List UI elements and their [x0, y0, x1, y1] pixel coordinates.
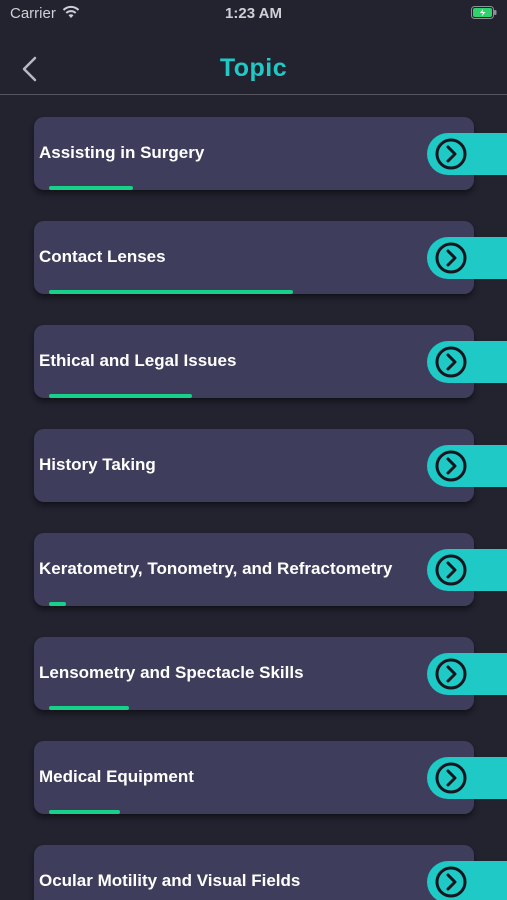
topic-card[interactable]: History Taking [34, 429, 474, 502]
topic-progress-bar [49, 706, 129, 710]
topic-card[interactable]: Medical Equipment [34, 741, 474, 814]
chevron-right-circle-icon [435, 658, 467, 690]
topic-progress-bar [49, 810, 120, 814]
topic-progress-bar [49, 290, 293, 294]
topic-label: Lensometry and Spectacle Skills [39, 663, 304, 682]
battery-icon [471, 6, 497, 19]
topic-label: Contact Lenses [39, 247, 166, 266]
chevron-right-circle-icon [435, 242, 467, 274]
chevron-right-circle-icon [435, 554, 467, 586]
topic-card[interactable]: Ethical and Legal Issues [34, 325, 474, 398]
topic-card[interactable]: Assisting in Surgery [34, 117, 474, 190]
topic-card[interactable]: Contact Lenses [34, 221, 474, 294]
status-bar: Carrier 1:23 AM [0, 0, 507, 28]
chevron-right-circle-icon [435, 138, 467, 170]
topic-label: Assisting in Surgery [39, 143, 205, 162]
topic-card[interactable]: Keratometry, Tonometry, and Refractometr… [34, 533, 474, 606]
chevron-right-circle-icon [435, 346, 467, 378]
topic-progress-bar [49, 394, 192, 398]
open-topic-button[interactable] [427, 445, 507, 487]
topic-label: Ocular Motility and Visual Fields [39, 871, 301, 890]
status-time: 1:23 AM [225, 5, 282, 22]
open-topic-button[interactable] [427, 341, 507, 383]
topic-card[interactable]: Lensometry and Spectacle Skills [34, 637, 474, 710]
topic-card[interactable]: Ocular Motility and Visual Fields [34, 845, 474, 900]
topic-label: Medical Equipment [39, 767, 194, 786]
topic-label: Ethical and Legal Issues [39, 351, 237, 370]
chevron-right-circle-icon [435, 866, 467, 898]
open-topic-button[interactable] [427, 653, 507, 695]
open-topic-button[interactable] [427, 861, 507, 900]
topic-progress-bar [49, 602, 66, 606]
topic-label: Keratometry, Tonometry, and Refractometr… [39, 559, 393, 578]
topic-list[interactable]: Assisting in Surgery Contact Lenses Ethica… [0, 95, 507, 900]
open-topic-button[interactable] [427, 237, 507, 279]
open-topic-button[interactable] [427, 757, 507, 799]
nav-bar: Topic [0, 44, 507, 95]
page-title: Topic [219, 54, 288, 82]
topic-progress-bar [49, 186, 133, 190]
open-topic-button[interactable] [427, 133, 507, 175]
chevron-right-circle-icon [435, 762, 467, 794]
topic-label: History Taking [39, 455, 156, 474]
open-topic-button[interactable] [427, 549, 507, 591]
chevron-right-circle-icon [435, 450, 467, 482]
